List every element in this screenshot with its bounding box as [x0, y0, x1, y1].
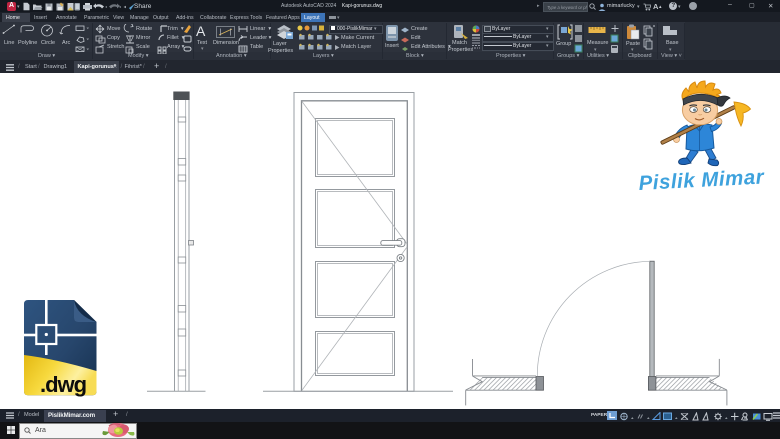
svg-text:Pislik Mimar: Pislik Mimar: [638, 165, 765, 195]
svg-text:.dwg: .dwg: [40, 372, 86, 397]
